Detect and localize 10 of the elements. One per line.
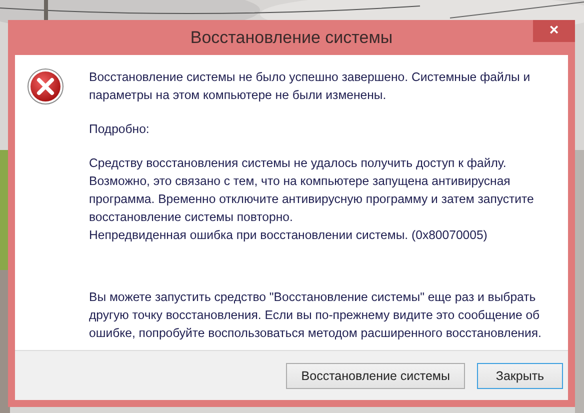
close-button[interactable]: × (533, 20, 575, 42)
close-dialog-button[interactable]: Закрыть (477, 362, 563, 388)
details-label: Подробно: (89, 121, 150, 138)
details-text: Средству восстановления системы не удалось получить доступ к файлу. Возможно, это связано с тем, что на компьютере запущена антивирусная программа. Временно отключите антивирусную программу и затем запустите восстановление системы повторно. (89, 155, 535, 226)
restore-button[interactable]: Восстановление системы (286, 362, 465, 388)
error-code-text: Непредвиденная ошибка при восстановлении системы. (0x80070005) (89, 227, 488, 244)
error-message: Восстановление системы не было успешно завершено. Системные файлы и параметры на этом компьютере не были изменены. (89, 69, 532, 104)
error-icon (27, 68, 64, 105)
hint-text: Вы можете запустить средство "Восстановление системы" еще раз и выбрать другую точку восстановления. Если вы по-прежнему видите это сообщение об ошибке, попробуйте воспользоваться методом расширенного восстановления. (89, 289, 542, 342)
window-title: Восстановление системы (190, 28, 393, 48)
